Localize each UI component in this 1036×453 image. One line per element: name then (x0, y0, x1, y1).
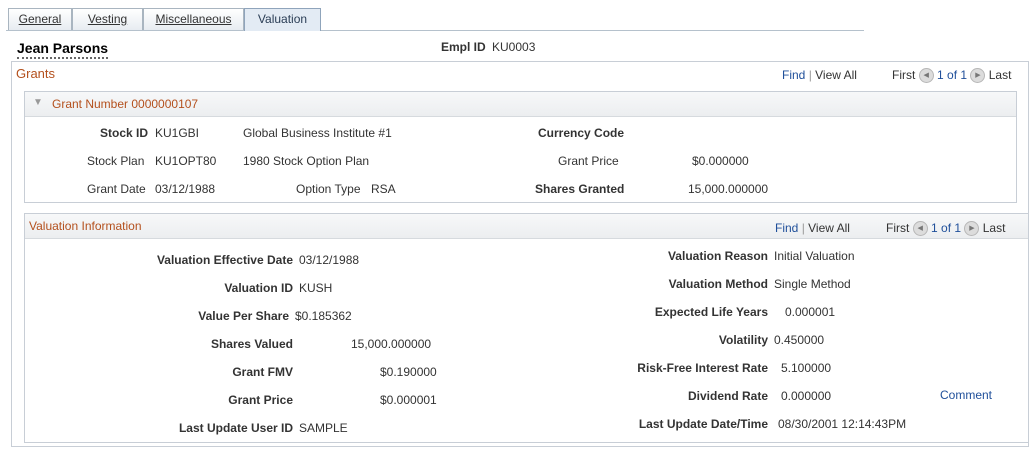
valuation-range: 1 of 1 (931, 221, 962, 235)
grant-date-label: Grant Date (87, 182, 146, 196)
tab-general[interactable]: General (8, 8, 72, 30)
valuation-info-panel: Valuation Information Find | View All Fi… (24, 213, 1029, 443)
last-update-user-value: SAMPLE (299, 421, 348, 435)
valuation-view-all-link[interactable]: View All (808, 221, 850, 235)
valuation-find-link[interactable]: Find (775, 221, 798, 235)
value-per-share-value: $0.185362 (295, 309, 352, 323)
shares-granted-value: 15,000.000000 (688, 182, 769, 196)
shares-valued-label: Shares Valued (210, 337, 293, 351)
last-update-datetime-label: Last Update Date/Time (638, 417, 768, 431)
dividend-rate-value: 0.000000 (781, 389, 832, 403)
val-eff-date-label: Valuation Effective Date (156, 253, 293, 267)
valuation-nav: Find | View All (775, 221, 850, 235)
valuation-last-label: Last (982, 221, 1006, 235)
stock-desc-value: Global Business Institute #1 (243, 126, 392, 140)
grants-title: Grants (16, 66, 56, 81)
dividend-rate-label: Dividend Rate (687, 389, 768, 403)
comment-link[interactable]: Comment (940, 388, 992, 402)
valuation-method-value: Single Method (774, 277, 851, 291)
risk-free-rate-label: Risk-Free Interest Rate (637, 361, 768, 375)
empl-id-label: Empl ID (441, 40, 486, 54)
stock-plan-value: KU1OPT80 (155, 154, 217, 168)
tab-bar: General Vesting Miscellaneous Valuation (6, 8, 864, 31)
risk-free-rate-value: 5.100000 (781, 361, 832, 375)
tab-valuation[interactable]: Valuation (244, 8, 321, 31)
valuation-first-label: First (886, 221, 910, 235)
option-type-value: RSA (371, 182, 396, 196)
currency-code-label: Currency Code (538, 126, 625, 140)
val-grant-price-value: $0.000001 (380, 393, 437, 407)
val-grant-price-label: Grant Price (228, 393, 293, 407)
expected-life-label: Expected Life Years (654, 305, 768, 319)
value-per-share-label: Value Per Share (198, 309, 289, 323)
valuation-method-label: Valuation Method (668, 277, 768, 291)
grants-last-label: Last (988, 68, 1012, 82)
grant-price-value: $0.000000 (692, 154, 749, 168)
val-id-value: KUSH (299, 281, 333, 295)
option-type-label: Option Type (296, 182, 361, 196)
grants-pager: First ◀ 1 of 1 ▶ Last (892, 68, 1012, 84)
prev-arrow-icon[interactable]: ◀ (918, 68, 934, 84)
stock-plan-label: Stock Plan (87, 154, 145, 168)
grant-number-header[interactable]: ▼ Grant Number 0000000107 (25, 92, 1016, 117)
last-update-datetime-value: 08/30/2001 12:14:43PM (778, 417, 907, 431)
valuation-pager: First ◀ 1 of 1 ▶ Last (886, 221, 1006, 237)
grants-find-link[interactable]: Find (782, 68, 805, 82)
grant-fmv-label: Grant FMV (232, 365, 293, 379)
tab-miscellaneous[interactable]: Miscellaneous (143, 8, 244, 30)
grants-nav: Find | View All (782, 68, 857, 82)
last-update-user-label: Last Update User ID (178, 421, 293, 435)
grant-fmv-value: $0.190000 (380, 365, 437, 379)
grant-number-panel: ▼ Grant Number 0000000107 Stock ID KU1GB… (24, 91, 1017, 203)
val-eff-date-value: 03/12/1988 (299, 253, 360, 267)
expected-life-value: 0.000001 (785, 305, 836, 319)
stock-plan-desc-value: 1980 Stock Option Plan (243, 154, 370, 168)
valuation-reason-value: Initial Valuation (774, 249, 855, 263)
prev-arrow-icon[interactable]: ◀ (912, 221, 928, 237)
valuation-reason-label: Valuation Reason (667, 249, 768, 263)
employee-name: Jean Parsons (17, 40, 109, 59)
stock-id-label: Stock ID (100, 126, 149, 140)
grants-first-label: First (892, 68, 916, 82)
shares-granted-label: Shares Granted (535, 182, 625, 196)
grant-price-label: Grant Price (558, 154, 619, 168)
next-arrow-icon[interactable]: ▶ (970, 68, 986, 84)
grant-number-title: Grant Number 0000000107 (52, 97, 199, 111)
grant-date-value: 03/12/1988 (155, 182, 216, 196)
empl-id-value: KU0003 (492, 40, 536, 54)
volatility-value: 0.450000 (774, 333, 825, 347)
grants-range: 1 of 1 (937, 68, 968, 82)
tab-vesting[interactable]: Vesting (72, 8, 143, 30)
grants-panel: Grants Find | View All First ◀ 1 of 1 ▶ … (11, 61, 1029, 447)
collapse-triangle-icon[interactable]: ▼ (33, 97, 43, 108)
valuation-info-header: Valuation Information (25, 214, 1028, 239)
stock-id-value: KU1GBI (155, 126, 200, 140)
shares-valued-value: 15,000.000000 (351, 337, 432, 351)
grants-view-all-link[interactable]: View All (815, 68, 857, 82)
volatility-label: Volatility (718, 333, 768, 347)
val-id-label: Valuation ID (224, 281, 293, 295)
valuation-info-title: Valuation Information (29, 219, 142, 233)
next-arrow-icon[interactable]: ▶ (964, 221, 980, 237)
